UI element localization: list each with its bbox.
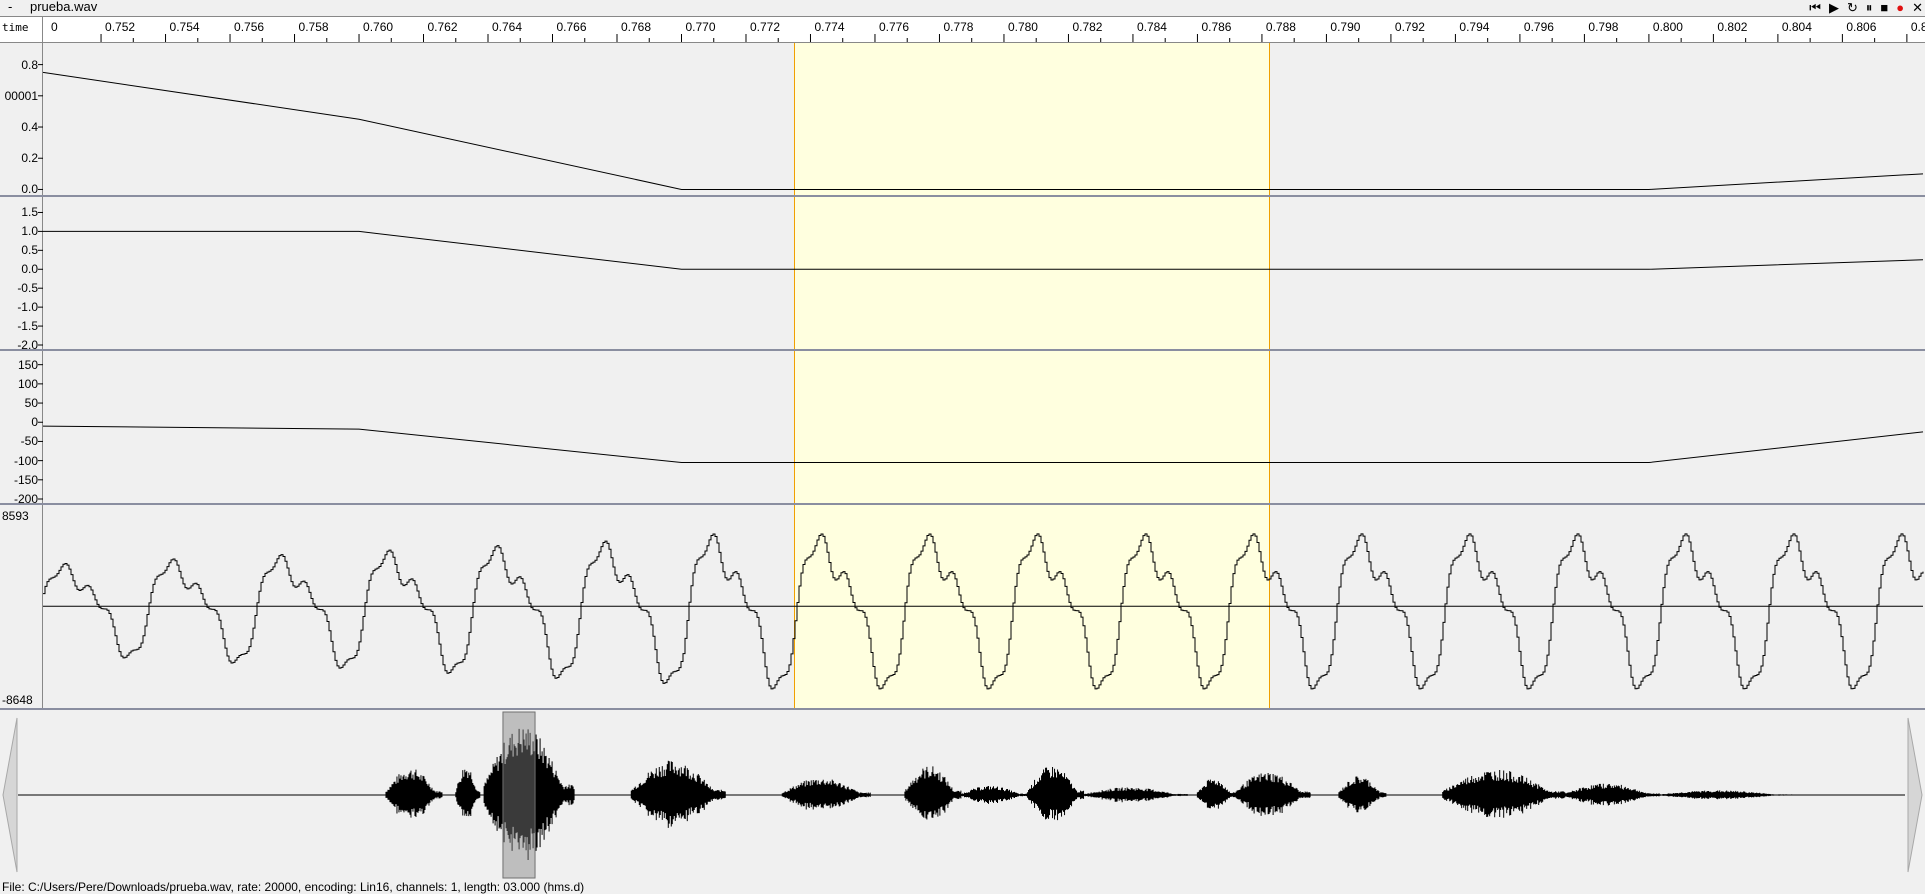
- ruler-tick-label: 0.806: [1846, 20, 1876, 34]
- ruler-tick-label: 0.774: [814, 20, 844, 34]
- ruler-tick-label: 0.784: [1137, 20, 1167, 34]
- ruler-tick-label: 0.762: [428, 20, 458, 34]
- ruler-tick-label: 0.808: [1911, 20, 1925, 34]
- ruler-tick-label: 0.792: [1395, 20, 1425, 34]
- overview-waveform[interactable]: [0, 710, 1925, 880]
- feature-panel-3-plot: [38, 364, 1924, 500]
- waveform-panel[interactable]: 8593 -8648: [0, 505, 1925, 708]
- time-ruler[interactable]: time 0 0.752 0.754 0.756 0.758 0.760 0.762 0.76…: [0, 16, 1925, 43]
- ruler-tick-label: 0.778: [943, 20, 973, 34]
- ruler-tick-label: 0.782: [1072, 20, 1102, 34]
- ruler-tick-label: 0: [51, 20, 58, 34]
- window-menu-button[interactable]: -: [8, 0, 12, 14]
- ruler-tick-label: 0.770: [685, 20, 715, 34]
- ruler-tick-label: 0.764: [492, 20, 522, 34]
- pitch-panel[interactable]: 0.8 00001 0.4 0.2 0.0: [0, 43, 1925, 195]
- scroll-left-icon[interactable]: [2, 717, 18, 873]
- ruler-tick-label: 0.788: [1266, 20, 1296, 34]
- ruler-tick-label: 0.756: [234, 20, 264, 34]
- title-bar: - prueba.wav ⏮ ▶ ↻ ⏸ ■ ● ✕: [0, 0, 1925, 16]
- overview-trace: [385, 728, 1793, 860]
- pause-icon[interactable]: ⏸: [1866, 1, 1873, 14]
- ruler-tick-label: 0.754: [170, 20, 200, 34]
- feature-panel-3[interactable]: 150 100 50 0 -50 -100 -150 -200: [0, 351, 1925, 503]
- feature-panel-2-plot: [38, 211, 1924, 346]
- play-icon[interactable]: ▶: [1829, 1, 1839, 14]
- file-title: prueba.wav: [30, 0, 98, 14]
- waveform-plot: [43, 533, 1924, 690]
- ruler-tick-label: 0.790: [1330, 20, 1360, 34]
- scroll-right-icon[interactable]: [1907, 717, 1923, 873]
- feature-panel-2[interactable]: 1.5 1.0 0.5 0.0 -0.5 -1.0 -1.5 -2.0: [0, 197, 1925, 349]
- ruler-tick-label: 0.768: [621, 20, 651, 34]
- ruler-tick-label: 0.796: [1524, 20, 1554, 34]
- overview-panel[interactable]: [0, 710, 1925, 880]
- ruler-tick-label: 0.772: [750, 20, 780, 34]
- waveform-trace: [43, 533, 1924, 690]
- ruler-tick-label: 0.798: [1588, 20, 1618, 34]
- status-bar: File: C:/Users/Pere/Downloads/prueba.wav…: [2, 880, 585, 894]
- overview-viewport[interactable]: [502, 711, 536, 879]
- ruler-tick-label: 0.794: [1459, 20, 1489, 34]
- record-icon[interactable]: ●: [1896, 1, 1904, 14]
- skip-to-start-icon[interactable]: ⏮: [1809, 1, 1821, 14]
- ruler-tick-label: 0.752: [105, 20, 135, 34]
- ruler-tick-label: 0.804: [1782, 20, 1812, 34]
- feature-panel-3-line: [42, 425, 1924, 464]
- feature-panel-2-line: [43, 230, 1924, 270]
- ruler-tick-label: 0.800: [1653, 20, 1683, 34]
- ruler-tick-label: 0.776: [879, 20, 909, 34]
- stop-icon[interactable]: ■: [1880, 1, 1888, 14]
- close-icon[interactable]: ✕: [1912, 1, 1923, 14]
- pitch-panel-plot: [38, 64, 1924, 190]
- ruler-tick-label: 0.786: [1201, 20, 1231, 34]
- ruler-tick-label: 0.802: [1717, 20, 1747, 34]
- ruler-tick-label: 0.766: [557, 20, 587, 34]
- ruler-tick-label: 0.780: [1008, 20, 1038, 34]
- pitch-panel-line: [42, 71, 1924, 190]
- ruler-ticks: 0 0.752 0.754 0.756 0.758 0.760 0.762 0.764 0.76…: [51, 20, 1925, 42]
- play-loop-icon[interactable]: ↻: [1847, 1, 1858, 14]
- ruler-tick-label: 0.760: [363, 20, 393, 34]
- ruler-tick-label: 0.758: [299, 20, 329, 34]
- transport-controls: ⏮ ▶ ↻ ⏸ ■ ● ✕: [1809, 0, 1923, 14]
